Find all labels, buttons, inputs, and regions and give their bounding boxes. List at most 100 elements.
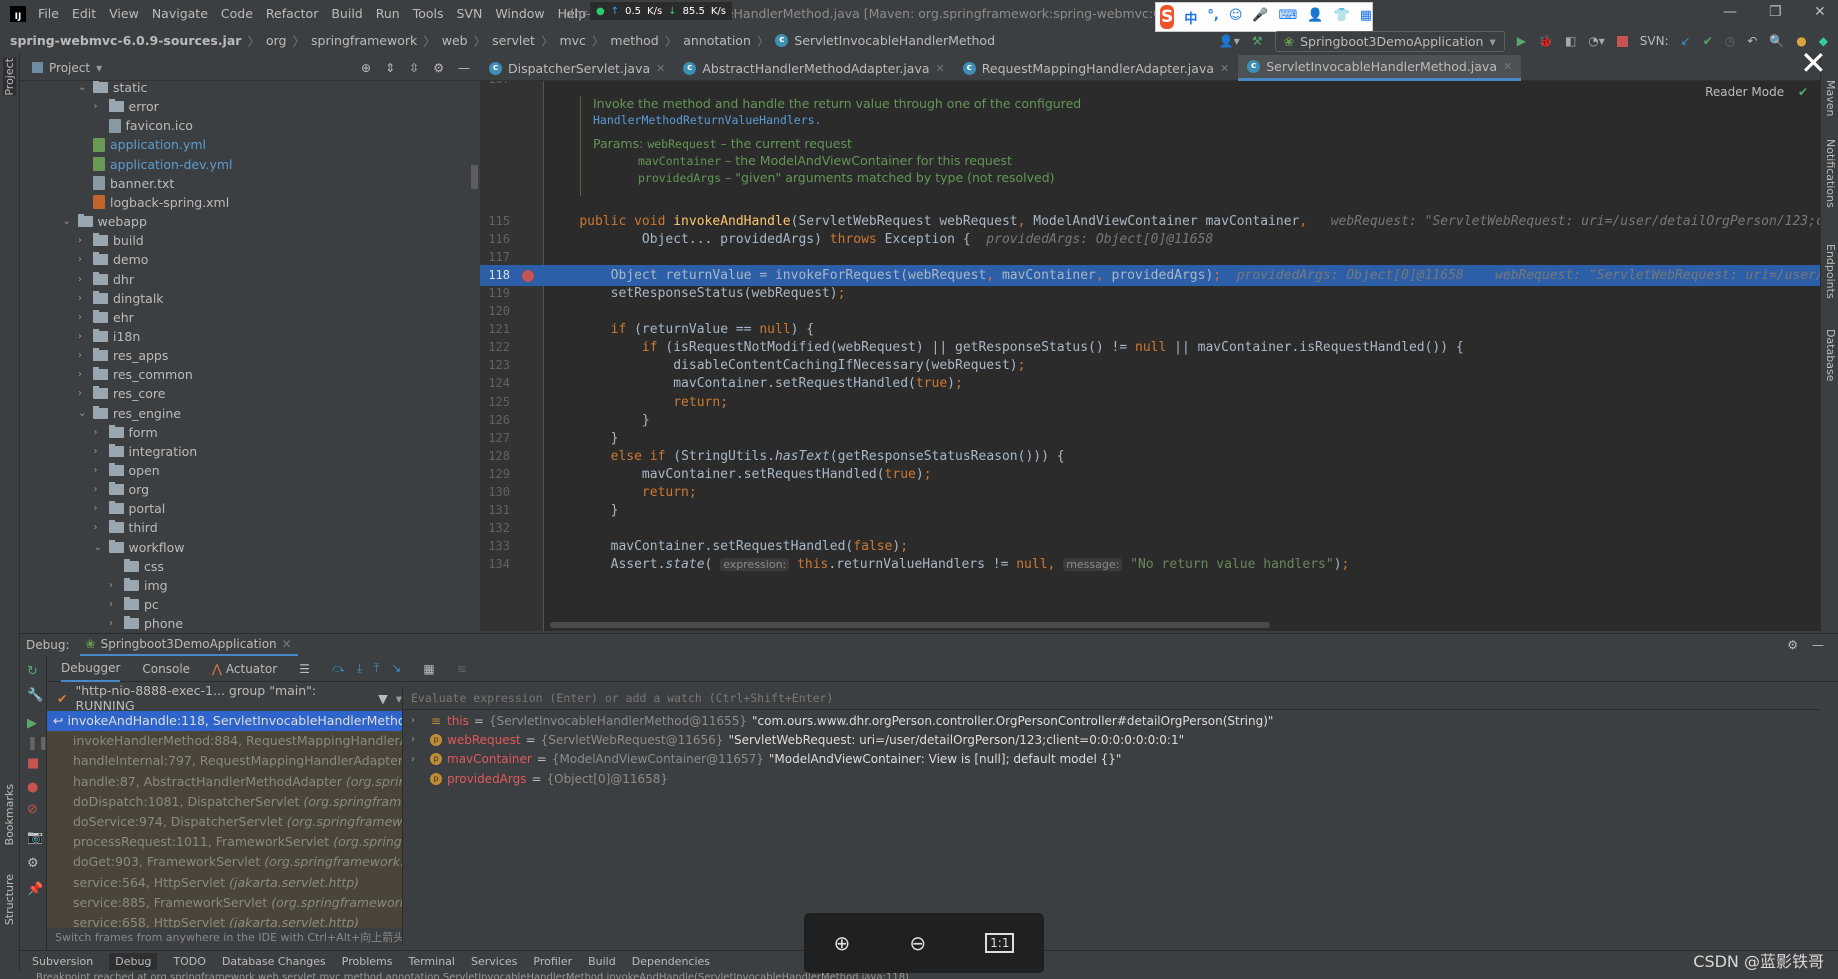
tree-node[interactable]: › portal (94, 499, 165, 518)
tab-console[interactable]: Console (142, 656, 190, 682)
tree-node[interactable]: › third (94, 518, 158, 537)
ime-button[interactable]: °, (1207, 8, 1218, 27)
stack-frame[interactable]: doService:974, DispatcherServlet (org.sp… (47, 812, 402, 832)
debug-session-tab[interactable]: ❀ Springboot3DemoApplication ✕ (79, 634, 298, 656)
tree-node[interactable]: › res_common (78, 365, 193, 384)
tree-node[interactable]: › build (78, 231, 144, 250)
tree-node[interactable]: › dhr (78, 270, 134, 289)
ime-button[interactable]: 中 (1184, 8, 1197, 27)
stack-frame[interactable]: processRequest:1011, FrameworkServlet (o… (47, 832, 402, 852)
menu-item-code[interactable]: Code (221, 6, 253, 21)
chevron-right-icon[interactable]: › (403, 715, 415, 726)
run-icon[interactable]: ▶ (1517, 34, 1526, 48)
breadcrumb-item[interactable]: annotation (683, 33, 751, 48)
tool-tab-debug[interactable]: Debug (109, 952, 158, 970)
tree-node[interactable]: ⌄ static (78, 81, 147, 97)
camera-icon[interactable]: 📷 (27, 830, 43, 845)
database-tool-button[interactable]: Database (1824, 329, 1837, 382)
variable-row[interactable]: › p mavContainer = {ModelAndViewContainer@… (403, 750, 1820, 769)
stack-frame[interactable]: service:658, HttpServlet (jakarta.servle… (47, 913, 402, 928)
variable-row[interactable]: › ≡ this = {ServletInvocableHandlerMethod@… (403, 711, 1820, 730)
close-icon[interactable]: ✕ (1220, 62, 1229, 75)
tree-node[interactable]: favicon.ico (94, 116, 193, 135)
thread-selector[interactable]: ✔ "http-nio-8888-exec-1... group "main":… (47, 683, 402, 713)
menu-item-svn[interactable]: SVN (457, 6, 483, 21)
chevron-right-icon[interactable]: › (94, 427, 104, 438)
chevron-right-icon[interactable]: › (109, 599, 119, 610)
tree-node[interactable]: › phone (109, 614, 183, 631)
chevron-right-icon[interactable]: › (78, 388, 88, 399)
ime-button[interactable]: 👤 (1307, 8, 1323, 27)
tree-node[interactable]: ⌄ workflow (94, 538, 185, 557)
profile-icon[interactable]: ◔▾ (1588, 34, 1605, 48)
tree-node[interactable]: banner.txt (78, 174, 174, 193)
evaluate-icon[interactable]: ▦ (423, 662, 434, 676)
tree-node[interactable]: ⌄ res_engine (78, 404, 181, 423)
svn-history-icon[interactable]: ◷ (1725, 34, 1735, 48)
stack-frame[interactable]: handleInternal:797, RequestMappingHandle… (47, 751, 402, 771)
menu-item-tools[interactable]: Tools (413, 6, 444, 21)
resume-icon[interactable]: ▶ (27, 716, 37, 731)
chevron-down-icon[interactable]: ⌄ (78, 82, 88, 93)
maven-tool-button[interactable]: Maven (1824, 80, 1837, 116)
tree-node[interactable]: › open (94, 461, 160, 480)
pause-icon[interactable]: ❚❚ (27, 736, 49, 751)
chevron-right-icon[interactable]: › (109, 580, 119, 591)
chevron-down-icon[interactable]: ⌄ (78, 408, 88, 419)
stack-frame[interactable]: doGet:903, FrameworkServlet (org.springf… (47, 852, 402, 872)
breadcrumb-item[interactable]: spring-webmvc-6.0.9-sources.jar (10, 33, 241, 48)
tool-tab-dependencies[interactable]: Dependencies (632, 955, 710, 968)
stop-icon[interactable]: ■ (27, 756, 39, 771)
tree-node[interactable]: application-dev.yml (78, 155, 233, 174)
ime-button[interactable]: ▦ (1360, 8, 1372, 27)
tab-debugger[interactable]: Debugger (61, 656, 121, 682)
chevron-right-icon[interactable]: › (78, 369, 88, 380)
collapse-all-icon[interactable]: ⇳ (409, 61, 419, 75)
menu-item-run[interactable]: Run (376, 6, 400, 21)
chevron-right-icon[interactable]: › (78, 254, 88, 265)
breadcrumb-item[interactable]: servlet (492, 33, 535, 48)
chevron-right-icon[interactable]: › (403, 734, 415, 745)
tree-node[interactable]: › error (94, 97, 159, 116)
chevron-right-icon[interactable]: › (94, 503, 104, 514)
editor-tab[interactable]: c RequestMappingHandlerAdapter.java ✕ (954, 55, 1238, 81)
settings-gear-icon[interactable]: ⚙ (433, 61, 444, 75)
reader-mode-toggle[interactable]: Reader Mode ✔ (1705, 85, 1808, 99)
chevron-right-icon[interactable]: › (94, 522, 104, 533)
stack-frame[interactable]: ↩ invokeAndHandle:118, ServletInvocableH… (47, 711, 402, 732)
expand-all-icon[interactable]: ⇕ (385, 61, 395, 75)
hide-panel-icon[interactable]: — (1812, 638, 1824, 652)
chevron-right-icon[interactable]: › (403, 754, 415, 765)
tree-node[interactable]: › demo (78, 250, 148, 269)
search-icon[interactable]: 🔍 (1769, 34, 1784, 48)
variable-row[interactable]: p providedArgs = {Object[0]@11658} (403, 769, 1820, 788)
tree-node[interactable]: › dingtalk (78, 289, 164, 308)
close-icon[interactable]: ✕ (656, 62, 665, 75)
tree-node[interactable]: logback-spring.xml (78, 193, 229, 212)
trace-icon[interactable]: ≋ (457, 662, 467, 676)
chevron-right-icon[interactable]: › (94, 446, 104, 457)
settings-gear-icon[interactable]: ⚙ (1787, 638, 1798, 652)
viewer-close-icon[interactable]: ✕ (1800, 44, 1827, 82)
menu-item-view[interactable]: View (109, 6, 139, 21)
layout-icon[interactable]: ☰ (299, 662, 310, 676)
run-config-selector[interactable]: ❀ Springboot3DemoApplication ▾ (1274, 30, 1505, 52)
tool-tab-services[interactable]: Services (471, 955, 517, 968)
settings-gear-icon[interactable]: ⚙ (27, 856, 39, 871)
chevron-right-icon[interactable]: › (94, 465, 104, 476)
window-close-button[interactable]: ✕ (1814, 4, 1826, 20)
chevron-right-icon[interactable]: › (78, 235, 88, 246)
evaluate-expression-input[interactable]: Evaluate expression (Enter) or add a wat… (402, 686, 1820, 710)
tree-node[interactable]: › pc (109, 595, 159, 614)
chevron-down-icon[interactable]: ⌄ (63, 216, 73, 227)
svn-revert-icon[interactable]: ↶ (1747, 34, 1757, 48)
svn-commit-icon[interactable]: ✔ (1703, 34, 1713, 48)
locate-icon[interactable]: ⊕ (361, 61, 371, 75)
menu-item-edit[interactable]: Edit (72, 6, 96, 21)
menu-item-build[interactable]: Build (331, 6, 362, 21)
notifications-tool-button[interactable]: Notifications (1824, 139, 1837, 208)
tool-tab-build[interactable]: Build (588, 955, 616, 968)
editor-tab[interactable]: c AbstractHandlerMethodAdapter.java ✕ (674, 55, 953, 81)
project-view-selector[interactable]: Project (49, 61, 90, 75)
stack-frame[interactable]: invokeHandlerMethod:884, RequestMappingH… (47, 731, 402, 751)
